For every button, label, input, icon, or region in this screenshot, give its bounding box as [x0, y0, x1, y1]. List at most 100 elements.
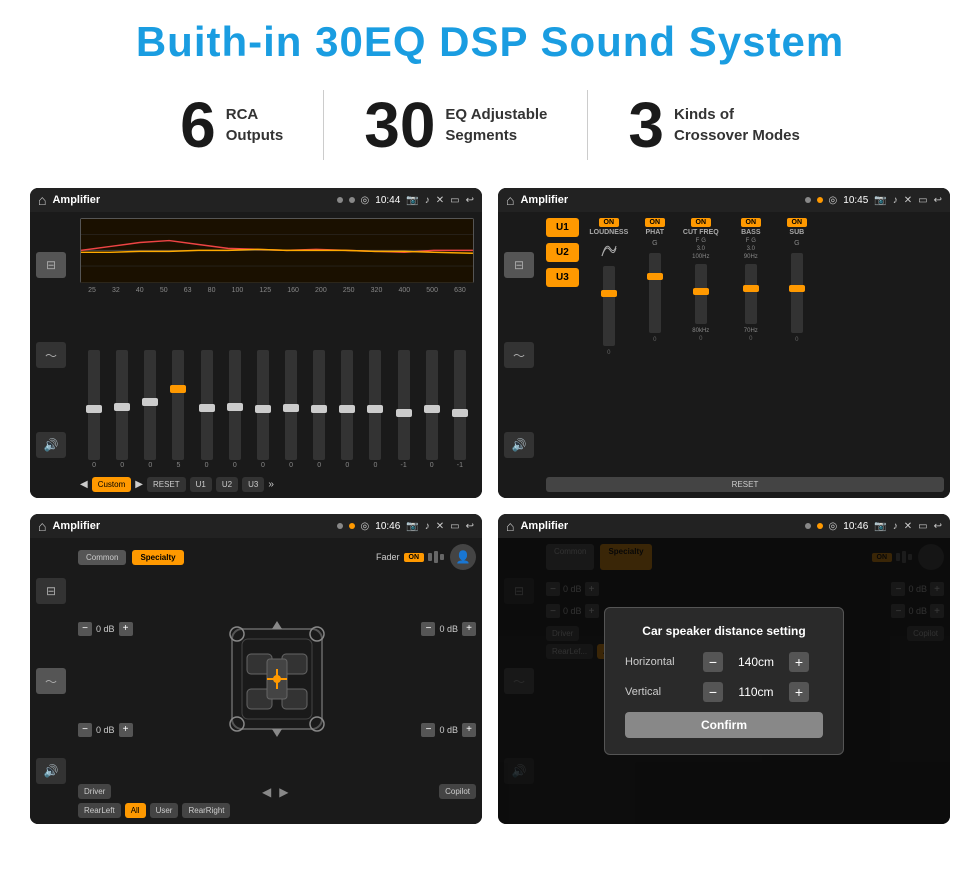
settings-round-btn[interactable]: 👤 — [450, 544, 476, 570]
dialog-title: Car speaker distance setting — [625, 624, 823, 638]
cutfreq-thumb[interactable] — [693, 288, 709, 295]
spk-bottom-bar2: RearLeft All User RearRight — [78, 803, 476, 818]
rr-minus-btn[interactable]: − — [421, 723, 435, 737]
chevron-right-icon: » — [268, 479, 274, 490]
u1-channel-btn[interactable]: U1 — [546, 218, 579, 237]
play-next-btn[interactable]: ▶ — [135, 479, 143, 490]
amp-wave-btn[interactable]: 〜 — [504, 342, 534, 368]
horizontal-minus-btn[interactable]: − — [703, 652, 723, 672]
eq-thumb-9[interactable] — [339, 405, 355, 413]
common-btn[interactable]: Common — [78, 550, 126, 565]
home-icon-1: ⌂ — [38, 192, 46, 208]
screen-fader: ⌂ Amplifier ◎ 10:46 📷 ♪ ✕ ▭ ↩ ⊟ 〜 — [30, 514, 482, 824]
sub-thumb[interactable] — [789, 285, 805, 292]
eq-thumb-8[interactable] — [311, 405, 327, 413]
volume-icon-3: ♪ — [425, 521, 430, 532]
vertical-minus-btn[interactable]: − — [703, 682, 723, 702]
eq-thumb-10[interactable] — [367, 405, 383, 413]
rl-plus-btn[interactable]: + — [119, 723, 133, 737]
loudness-thumb[interactable] — [601, 290, 617, 297]
cutfreq-value: 0 — [699, 336, 702, 342]
volume-btn[interactable]: 🔊 — [36, 432, 66, 458]
eq-thumb-7[interactable] — [283, 404, 299, 412]
driver-btn[interactable]: Driver — [78, 784, 111, 799]
bass-thumb[interactable] — [743, 285, 759, 292]
distance-dialog: Car speaker distance setting Horizontal … — [604, 607, 844, 755]
user-btn[interactable]: User — [150, 803, 179, 818]
x-icon-2: ✕ — [904, 195, 912, 206]
eq-thumb-3[interactable] — [170, 385, 186, 393]
vertical-plus-btn[interactable]: + — [789, 682, 809, 702]
location-icon-1: ◎ — [361, 195, 370, 206]
cutfreq-hz1: 100Hz — [692, 254, 709, 260]
custom-preset-btn[interactable]: Custom — [92, 477, 132, 492]
distance-dialog-overlay: Car speaker distance setting Horizontal … — [498, 538, 950, 824]
horizontal-plus-btn[interactable]: + — [789, 652, 809, 672]
eq-thumb-5[interactable] — [227, 403, 243, 411]
confirm-button[interactable]: Confirm — [625, 712, 823, 738]
status-dot-2b — [817, 197, 823, 203]
sub-slider[interactable] — [791, 253, 803, 333]
eq-track-0[interactable] — [88, 350, 100, 460]
rearleft-btn[interactable]: RearLeft — [78, 803, 121, 818]
u3-btn[interactable]: U3 — [242, 477, 264, 492]
phat-thumb[interactable] — [647, 273, 663, 280]
eq-thumb-11[interactable] — [396, 409, 412, 417]
all-btn[interactable]: All — [125, 803, 146, 818]
sliders-icon: ⊟ — [46, 258, 56, 272]
fl-minus-btn[interactable]: − — [78, 622, 92, 636]
fr-minus-btn[interactable]: − — [421, 622, 435, 636]
reset-btn[interactable]: RESET — [147, 477, 186, 492]
rearright-btn[interactable]: RearRight — [182, 803, 230, 818]
bass-slider[interactable] — [745, 264, 757, 324]
spk-eq-btn[interactable]: ⊟ — [36, 578, 66, 604]
camera-icon-3: 📷 — [406, 521, 418, 532]
fader-bar-2 — [434, 551, 438, 563]
eq-thumb-0[interactable] — [86, 405, 102, 413]
eq-thumb-4[interactable] — [199, 404, 215, 412]
rl-minus-btn[interactable]: − — [78, 723, 92, 737]
fader-label: Fader — [376, 552, 400, 562]
spk-wave-btn[interactable]: 〜 — [36, 668, 66, 694]
amp-vol-btn[interactable]: 🔊 — [504, 432, 534, 458]
loudness-slider[interactable] — [603, 266, 615, 346]
amp-reset-btn[interactable]: RESET — [546, 477, 944, 492]
cutfreq-slider[interactable] — [695, 264, 707, 324]
phat-slider[interactable] — [649, 253, 661, 333]
fl-plus-btn[interactable]: + — [119, 622, 133, 636]
eq-slider-9: 0 — [341, 350, 353, 469]
eq-slider-2: 0 — [144, 350, 156, 469]
u2-btn[interactable]: U2 — [216, 477, 238, 492]
copilot-btn[interactable]: Copilot — [439, 784, 476, 799]
eq-thumb-13[interactable] — [452, 409, 468, 417]
u3-channel-btn[interactable]: U3 — [546, 268, 579, 287]
spk-vol-btn[interactable]: 🔊 — [36, 758, 66, 784]
amp-sliders-icon: ⊟ — [514, 258, 524, 272]
play-prev-btn[interactable]: ◀ — [80, 479, 88, 490]
screen-amp: ⌂ Amplifier ◎ 10:45 📷 ♪ ✕ ▭ ↩ ⊟ — [498, 188, 950, 498]
eq-thumb-2[interactable] — [142, 398, 158, 406]
eq-btn[interactable]: ⊟ — [36, 252, 66, 278]
rr-plus-btn[interactable]: + — [462, 723, 476, 737]
status-dot-1b — [349, 197, 355, 203]
fader-bar-3 — [440, 554, 444, 560]
amp-speaker-icon: 🔊 — [512, 438, 527, 452]
u2-channel-btn[interactable]: U2 — [546, 243, 579, 262]
eq-thumb-6[interactable] — [255, 405, 271, 413]
eq-slider-8: 0 — [313, 350, 325, 469]
sub-label: SUB — [789, 229, 804, 236]
eq-slider-12: 0 — [426, 350, 438, 469]
cutfreq-label: CUT FREQ — [683, 229, 719, 236]
phat-value: 0 — [653, 337, 656, 343]
fr-db-value: 0 dB — [439, 624, 458, 634]
eq-graph-svg — [81, 219, 473, 283]
eq-thumb-12[interactable] — [424, 405, 440, 413]
back-icon-2: ↩ — [934, 195, 942, 206]
u1-btn[interactable]: U1 — [190, 477, 212, 492]
wave-btn[interactable]: 〜 — [36, 342, 66, 368]
eq-thumb-1[interactable] — [114, 403, 130, 411]
amp-eq-btn[interactable]: ⊟ — [504, 252, 534, 278]
fr-plus-btn[interactable]: + — [462, 622, 476, 636]
loudness-curve-svg — [600, 240, 618, 260]
specialty-btn[interactable]: Specialty — [132, 550, 183, 565]
